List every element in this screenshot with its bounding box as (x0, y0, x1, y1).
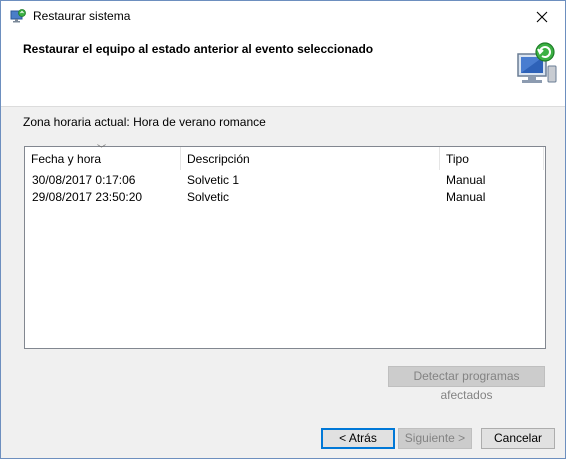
column-header-description[interactable]: Descripción (181, 147, 440, 170)
column-header-type-label: Tipo (446, 152, 469, 166)
detect-affected-programs-button[interactable]: Detectar programas afectados (388, 366, 545, 402)
row-type: Manual (446, 190, 486, 204)
title-bar: Restaurar sistema (1, 1, 565, 32)
header-panel: Restaurar el equipo al estado anterior a… (1, 32, 565, 106)
system-restore-icon (10, 9, 26, 23)
sort-indicator-icon: ﹀ (97, 144, 107, 154)
row-description: Solvetic 1 (187, 173, 240, 187)
system-restore-monitor-icon (517, 42, 557, 83)
column-header-description-label: Descripción (187, 152, 250, 166)
restore-points-list[interactable]: ﹀ Fecha y hora Descripción Tipo 30/08/20… (24, 144, 546, 349)
cancel-button[interactable]: Cancelar (481, 428, 555, 449)
restore-window: Restaurar sistema Restaurar el equipo al… (0, 0, 566, 459)
list-header: ﹀ Fecha y hora Descripción Tipo (25, 144, 544, 170)
column-header-type[interactable]: Tipo (440, 147, 544, 170)
timezone-label: Zona horaria actual: Hora de verano roma… (23, 115, 266, 129)
row-date: 30/08/2017 0:17:06 (32, 173, 136, 187)
next-button[interactable]: Siguiente > (398, 428, 472, 449)
close-icon (536, 11, 548, 22)
table-row[interactable]: 29/08/2017 23:50:20 Solvetic Manual (25, 189, 543, 206)
column-header-date-label: Fecha y hora (31, 152, 102, 166)
close-button[interactable] (519, 1, 565, 32)
window-title: Restaurar sistema (33, 9, 131, 23)
header-divider (1, 106, 565, 107)
page-title: Restaurar el equipo al estado anterior a… (23, 42, 374, 56)
table-row[interactable]: 30/08/2017 0:17:06 Solvetic 1 Manual (25, 172, 543, 189)
back-button[interactable]: < Atrás (321, 428, 395, 449)
column-header-date[interactable]: ﹀ Fecha y hora (25, 144, 181, 170)
row-type: Manual (446, 173, 486, 187)
row-description: Solvetic (187, 190, 230, 204)
row-date: 29/08/2017 23:50:20 (32, 190, 143, 204)
